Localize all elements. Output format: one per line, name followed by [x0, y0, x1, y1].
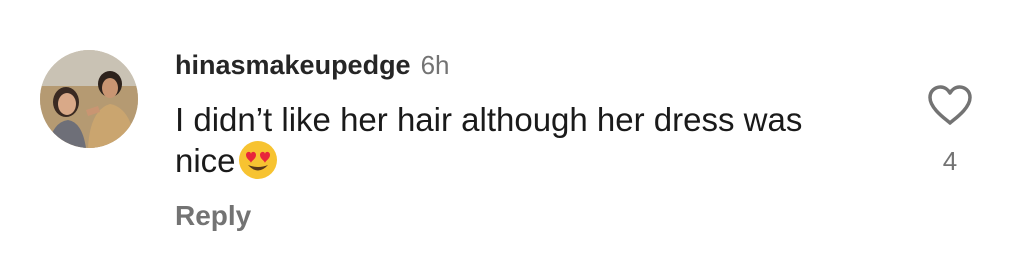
reply-button[interactable]: Reply — [175, 198, 251, 234]
heart-outline-icon[interactable] — [927, 84, 973, 126]
comment-text: I didn’t like her hair although her dres… — [175, 100, 865, 181]
heart-eyes-emoji-icon — [238, 141, 277, 179]
avatar-image — [40, 50, 138, 148]
like-area: 4 — [922, 84, 978, 176]
comment-item: hinasmakeupedge 6h I didn’t like her hair… — [0, 0, 1024, 254]
like-count: 4 — [942, 146, 958, 176]
timestamp: 6h — [420, 50, 450, 80]
avatar[interactable] — [40, 50, 138, 148]
username[interactable]: hinasmakeupedge — [175, 50, 411, 80]
comment-header: hinasmakeupedge 6h — [175, 48, 450, 82]
